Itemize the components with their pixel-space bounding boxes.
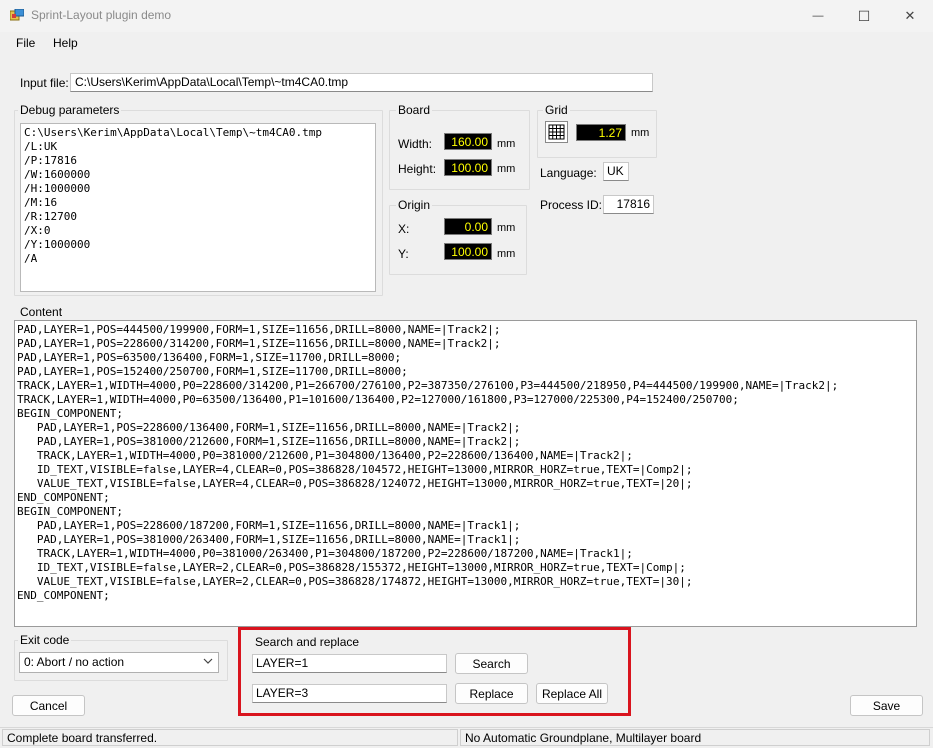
language-field[interactable]: UK bbox=[603, 162, 629, 181]
minimize-icon: — bbox=[812, 10, 824, 22]
replace-input[interactable]: LAYER=3 bbox=[252, 684, 447, 703]
replace-button[interactable]: Replace bbox=[455, 683, 528, 704]
grid-icon bbox=[546, 122, 567, 142]
chevron-down-icon bbox=[203, 655, 213, 670]
origin-y-field[interactable]: 100.00 bbox=[444, 243, 492, 260]
board-width-unit: mm bbox=[497, 138, 516, 150]
menu-file[interactable]: File bbox=[16, 36, 35, 50]
grid-toggle-button[interactable] bbox=[545, 121, 568, 143]
origin-y-unit: mm bbox=[497, 248, 516, 260]
search-button[interactable]: Search bbox=[455, 653, 528, 674]
grid-value-field[interactable]: 1.27 bbox=[576, 124, 626, 141]
board-height-field[interactable]: 100.00 bbox=[444, 159, 492, 176]
board-height-unit: mm bbox=[497, 163, 516, 175]
search-input[interactable]: LAYER=1 bbox=[252, 654, 447, 673]
grid-unit: mm bbox=[631, 127, 650, 139]
content-text: PAD,LAYER=1,POS=444500/199900,FORM=1,SIZ… bbox=[17, 323, 839, 602]
grid-title: Grid bbox=[543, 103, 570, 117]
debug-parameters-title: Debug parameters bbox=[18, 103, 122, 117]
origin-group bbox=[389, 205, 527, 275]
close-icon: ✕ bbox=[904, 8, 916, 23]
board-height-label: Height: bbox=[398, 162, 437, 176]
process-id-label: Process ID: bbox=[540, 198, 603, 212]
menu-help[interactable]: Help bbox=[53, 36, 78, 50]
cancel-button[interactable]: Cancel bbox=[12, 695, 85, 716]
window-title: Sprint-Layout plugin demo bbox=[31, 8, 172, 22]
save-button[interactable]: Save bbox=[850, 695, 923, 716]
vertical-scrollbar[interactable] bbox=[917, 320, 933, 627]
search-replace-title: Search and replace bbox=[255, 635, 360, 649]
debug-parameters-textarea[interactable]: C:\Users\Kerim\AppData\Local\Temp\~tm4CA… bbox=[20, 123, 376, 292]
content-textarea[interactable]: PAD,LAYER=1,POS=444500/199900,FORM=1,SIZ… bbox=[14, 320, 917, 627]
board-width-label: Width: bbox=[398, 137, 433, 151]
status-right: No Automatic Groundplane, Multilayer boa… bbox=[460, 729, 930, 746]
process-id-field[interactable]: 17816 bbox=[603, 195, 654, 214]
exit-code-selected: 0: Abort / no action bbox=[24, 655, 125, 669]
board-title: Board bbox=[396, 103, 433, 117]
language-label: Language: bbox=[540, 166, 597, 180]
maximize-button[interactable]: ☐ bbox=[841, 0, 887, 32]
app-icon bbox=[9, 8, 25, 21]
minimize-button[interactable]: — bbox=[795, 0, 841, 32]
exit-code-select[interactable]: 0: Abort / no action bbox=[19, 652, 219, 673]
origin-x-unit: mm bbox=[497, 222, 516, 234]
content-title: Content bbox=[20, 305, 63, 319]
menu-bar bbox=[0, 32, 933, 54]
exit-code-title: Exit code bbox=[18, 633, 72, 647]
origin-title: Origin bbox=[396, 198, 433, 212]
maximize-icon: ☐ bbox=[857, 7, 871, 24]
input-file-field[interactable]: C:\Users\Kerim\AppData\Local\Temp\~tm4CA… bbox=[70, 73, 653, 92]
input-file-label: Input file: bbox=[20, 76, 69, 90]
status-left: Complete board transferred. bbox=[2, 729, 458, 746]
origin-x-field[interactable]: 0.00 bbox=[444, 218, 492, 235]
replace-all-button[interactable]: Replace All bbox=[536, 683, 608, 704]
origin-y-label: Y: bbox=[398, 247, 409, 261]
board-width-field[interactable]: 160.00 bbox=[444, 133, 492, 150]
origin-x-label: X: bbox=[398, 222, 410, 236]
close-button[interactable]: ✕ bbox=[887, 0, 933, 32]
